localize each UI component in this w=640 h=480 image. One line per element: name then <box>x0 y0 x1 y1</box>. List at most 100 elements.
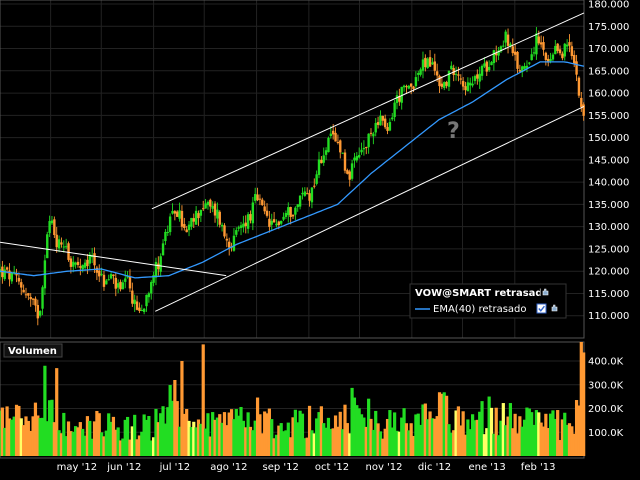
volume-axis: 100.0K 200.0K 300.0K 400.0K <box>588 357 624 439</box>
volume-title-box: Volumen <box>3 343 63 358</box>
candle-body <box>402 85 406 88</box>
legend-title: VOW@SMART retrasado <box>415 288 550 299</box>
candle-body <box>147 293 151 298</box>
candle-body <box>171 210 174 214</box>
candle-body <box>194 210 198 225</box>
price-tick-label: 120.000 <box>588 267 629 278</box>
candle-body <box>504 31 507 43</box>
candle-body <box>24 294 28 296</box>
candle-body <box>393 102 396 118</box>
candle-body <box>523 66 526 69</box>
candle-body <box>544 52 548 60</box>
price-tick-label: 140.000 <box>588 178 629 189</box>
candle-body <box>197 213 200 219</box>
candle-body <box>131 290 134 304</box>
candle-body <box>362 147 366 150</box>
candle-body <box>417 73 420 75</box>
trendline-downtrend[interactable] <box>0 241 227 277</box>
time-tick-label: ene '13 <box>468 462 505 473</box>
candle-body <box>542 42 545 50</box>
legend-ema-label: EMA(40) retrasado <box>433 304 527 315</box>
candle-body <box>102 274 106 287</box>
candle-body <box>438 75 441 87</box>
candle-body <box>551 54 555 60</box>
volume-tick-label: 200.0K <box>588 404 624 415</box>
candle-body <box>391 117 394 120</box>
candle-body <box>561 53 564 59</box>
candle-body <box>93 253 96 266</box>
candle-body <box>409 83 413 87</box>
candle-body <box>83 262 87 268</box>
candle-body <box>461 81 465 87</box>
candle-body <box>419 69 422 75</box>
candle-body <box>176 211 179 217</box>
candle-body <box>291 214 295 217</box>
volume-bars <box>0 342 586 456</box>
candle-body <box>20 282 23 288</box>
candle-body <box>426 58 429 68</box>
candle-body <box>166 231 169 233</box>
candle-body <box>580 97 583 108</box>
candle-body <box>287 207 290 216</box>
time-tick-label: jun '12 <box>106 462 141 473</box>
candle-body <box>516 51 519 69</box>
candle-body <box>159 256 162 272</box>
candle-body <box>367 133 370 148</box>
candle-body <box>100 273 103 275</box>
candle-body <box>473 76 477 81</box>
candle-body <box>483 63 486 67</box>
time-tick-label: oct '12 <box>315 462 349 473</box>
candle-body <box>204 203 207 209</box>
candle-body <box>573 54 576 64</box>
candle-body <box>563 43 566 57</box>
candle-body <box>263 206 266 212</box>
candle-body <box>296 204 299 208</box>
candle-body <box>558 49 562 54</box>
candle-body <box>270 220 273 225</box>
candle-body <box>506 34 510 46</box>
candle-body <box>310 187 314 203</box>
price-tick-label: 125.000 <box>588 244 629 255</box>
candle-body <box>27 293 30 296</box>
checkbox-icon[interactable] <box>536 303 547 314</box>
candle-body <box>154 261 158 278</box>
time-tick-label: sep '12 <box>263 462 299 473</box>
candle-body <box>79 266 82 268</box>
candle-body <box>142 308 146 312</box>
volume-tick-label: 400.0K <box>588 357 624 368</box>
question-mark-icon: ? <box>447 119 460 144</box>
hand-icon[interactable] <box>540 287 551 298</box>
price-tick-label: 115.000 <box>588 289 629 300</box>
candle-body <box>537 36 540 44</box>
candle-body <box>121 282 125 290</box>
candle-body <box>55 234 58 248</box>
candle-body <box>355 156 359 161</box>
price-candles <box>0 26 585 326</box>
candle-body <box>36 305 40 319</box>
candle-body <box>98 270 101 277</box>
candle-body <box>114 277 117 289</box>
trendline-channel-upper[interactable] <box>151 12 585 210</box>
candle-body <box>31 298 35 300</box>
volume-title: Volumen <box>8 346 57 357</box>
candle-body <box>530 54 533 61</box>
candle-body <box>192 218 195 222</box>
candle-body <box>568 42 571 46</box>
candle-body <box>305 193 309 195</box>
price-tick-label: 135.000 <box>588 200 629 211</box>
candle-body <box>388 122 392 131</box>
candle-body <box>67 243 70 260</box>
candle-body <box>445 81 448 86</box>
candle-body <box>476 74 479 79</box>
candle-body <box>211 205 214 209</box>
candle-body <box>478 73 481 82</box>
candle-body <box>60 242 63 245</box>
candle-body <box>161 243 165 256</box>
price-tick-label: 165.000 <box>588 66 629 77</box>
price-tick-label: 110.000 <box>588 311 629 322</box>
candle-body <box>454 73 458 75</box>
candle-body <box>116 283 120 288</box>
candle-body <box>157 263 160 270</box>
candle-body <box>315 174 318 184</box>
candle-body <box>386 127 389 131</box>
